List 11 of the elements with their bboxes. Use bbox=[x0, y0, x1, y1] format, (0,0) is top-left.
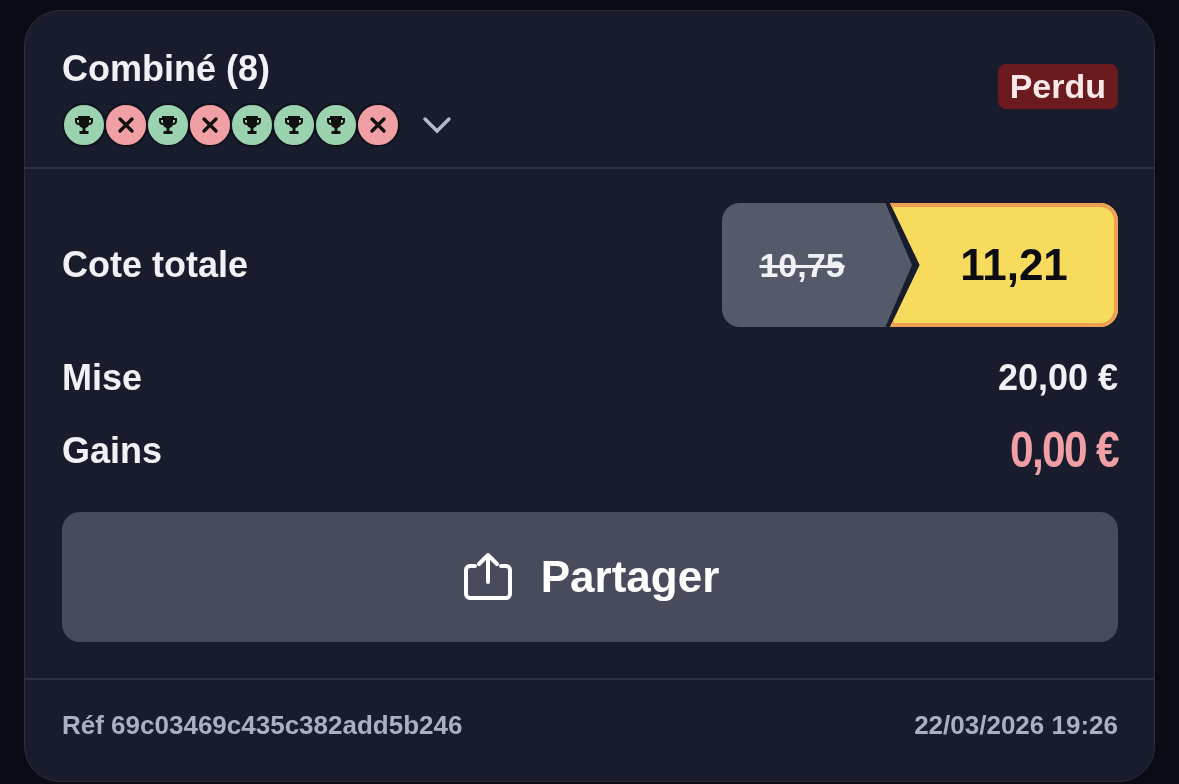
status-badge: Perdu bbox=[997, 64, 1118, 109]
winnings-label: Gains bbox=[62, 428, 163, 473]
bet-title: Combiné (8) bbox=[62, 51, 271, 87]
share-button[interactable]: Partager bbox=[62, 512, 1118, 642]
bet-reference: Réf 69c03469c435c382add5b246 bbox=[62, 709, 463, 742]
stake-value: 20,00 € bbox=[997, 356, 1118, 400]
odds-label: Cote totale bbox=[62, 243, 248, 287]
stake-label: Mise bbox=[62, 356, 143, 400]
bet-date: 22/03/2026 19:26 bbox=[914, 709, 1118, 742]
boosted-odds: 11,21 bbox=[890, 203, 1118, 327]
winnings-value: 0,00 € bbox=[1010, 421, 1118, 480]
